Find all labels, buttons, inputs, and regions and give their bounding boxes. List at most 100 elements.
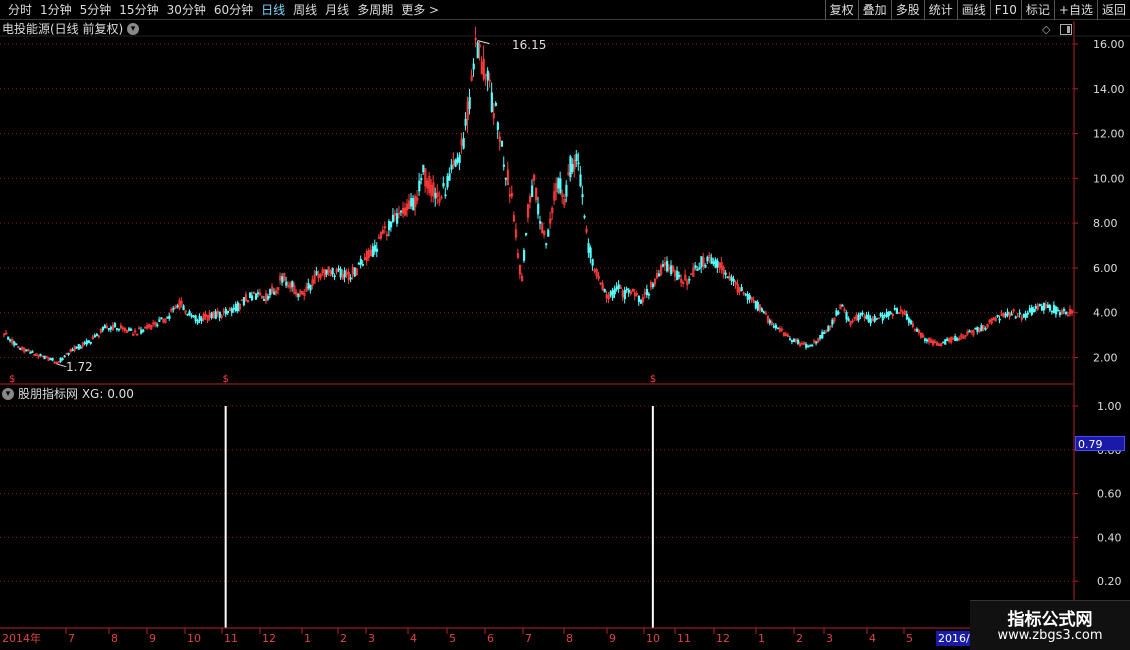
candle-body (678, 275, 681, 277)
candle-body (837, 311, 840, 315)
candle-body (307, 282, 310, 289)
candle-body (450, 164, 453, 170)
candle-body (809, 344, 812, 347)
candle-body (1026, 312, 1029, 315)
date-tick-label: 5 (906, 632, 913, 645)
candle-body (373, 245, 377, 252)
candle-body (623, 290, 626, 300)
candle-body (732, 278, 735, 283)
candle-body (375, 248, 379, 252)
candle-body (625, 288, 628, 291)
candle-body (454, 159, 457, 167)
candle-body (565, 184, 568, 197)
candle-body (835, 310, 838, 316)
candle-body (974, 327, 977, 330)
candle-body (19, 348, 22, 350)
grid-lines (0, 43, 1074, 582)
candle-body (805, 344, 808, 348)
candle-body (881, 314, 884, 321)
candle-body (486, 70, 489, 81)
candle-body (43, 355, 46, 360)
candlesticks (3, 26, 1074, 368)
date-axis-labels: 2014年 7 8 9 10 11 12 1 2 3 4 5 6 7 8 9 10 11 12 1 2 3 4 5 (2, 628, 913, 645)
price-axis-labels: 16.00 14.00 12.00 10.00 8.00 6.00 4.00 2.00 (1074, 38, 1125, 365)
candle-body (240, 299, 244, 302)
candle-body (468, 97, 471, 109)
candle-body (909, 320, 913, 325)
candle-body (639, 299, 643, 304)
candle-body (502, 164, 506, 167)
price-tick-label: 8.00 (1093, 217, 1118, 230)
candle-body (1006, 311, 1009, 316)
candle-body (1030, 307, 1033, 315)
candle-body (923, 338, 927, 341)
candle-body (615, 286, 618, 290)
candle-body (504, 177, 508, 180)
candle-body (793, 338, 796, 343)
candle-body (101, 326, 105, 331)
candle-body (885, 312, 888, 318)
candle-body (797, 339, 800, 344)
candle-body (525, 232, 528, 236)
candle-body (462, 137, 465, 149)
candle-body (670, 265, 673, 275)
date-tick-label: 9 (149, 632, 156, 645)
candle-body (694, 265, 697, 268)
candle-body (1010, 313, 1013, 316)
candle-body (1024, 313, 1027, 318)
candle-body (200, 318, 203, 322)
candle-body (696, 269, 699, 271)
date-tick-label: 1 (304, 632, 311, 645)
candle-body (613, 288, 616, 295)
candle-body (859, 312, 862, 316)
price-tick-label: 2.00 (1093, 352, 1118, 365)
candle-body (611, 290, 614, 298)
candle-body (309, 284, 312, 291)
candle-body (172, 307, 175, 310)
panel-toggle-icon[interactable] (1060, 24, 1072, 35)
chevron-down-icon[interactable]: ▾ (127, 23, 139, 35)
candle-body (666, 260, 669, 272)
candle-body (224, 308, 227, 315)
candle-body (494, 102, 497, 106)
chart-canvas[interactable]: 16.00 14.00 12.00 10.00 8.00 6.00 4.00 2.00 1.0… (0, 0, 1130, 650)
date-tick-label: 8 (566, 632, 573, 645)
candle-body (907, 318, 911, 323)
candle-body (575, 153, 578, 162)
candle-body (198, 315, 201, 321)
candle-body (617, 284, 620, 289)
candle-body (51, 357, 54, 361)
candle-body (788, 338, 792, 341)
candle-body (869, 318, 872, 324)
candle-body (996, 315, 999, 317)
candle-body (883, 314, 886, 317)
candle-body (263, 299, 266, 301)
candle-body (875, 317, 878, 320)
date-tick-label: 12 (716, 632, 730, 645)
candle-body (160, 317, 163, 320)
candle-body (819, 335, 822, 339)
price-tick-label: 14.00 (1093, 83, 1125, 96)
candle-body (281, 276, 284, 283)
candle-body (93, 335, 96, 338)
candle-body (603, 288, 606, 293)
chevron-down-icon[interactable]: ▾ (2, 388, 14, 400)
candle-body (67, 352, 70, 355)
candle-body (956, 338, 959, 341)
candle-body (218, 311, 221, 318)
candle-body (196, 320, 199, 324)
candle-body (1059, 312, 1062, 316)
candle-body (569, 156, 572, 178)
candle-body (704, 264, 707, 268)
candle-body (61, 358, 64, 361)
candle-body (726, 276, 729, 279)
candle-body (579, 174, 582, 187)
candle-body (194, 315, 197, 321)
candle-body (63, 355, 66, 358)
diamond-icon[interactable]: ◇ (1042, 24, 1050, 36)
date-tick-label: 10 (646, 632, 660, 645)
candle-body (446, 176, 449, 188)
candle-body (821, 331, 824, 339)
candle-body (357, 262, 360, 265)
candle-body (410, 197, 413, 207)
